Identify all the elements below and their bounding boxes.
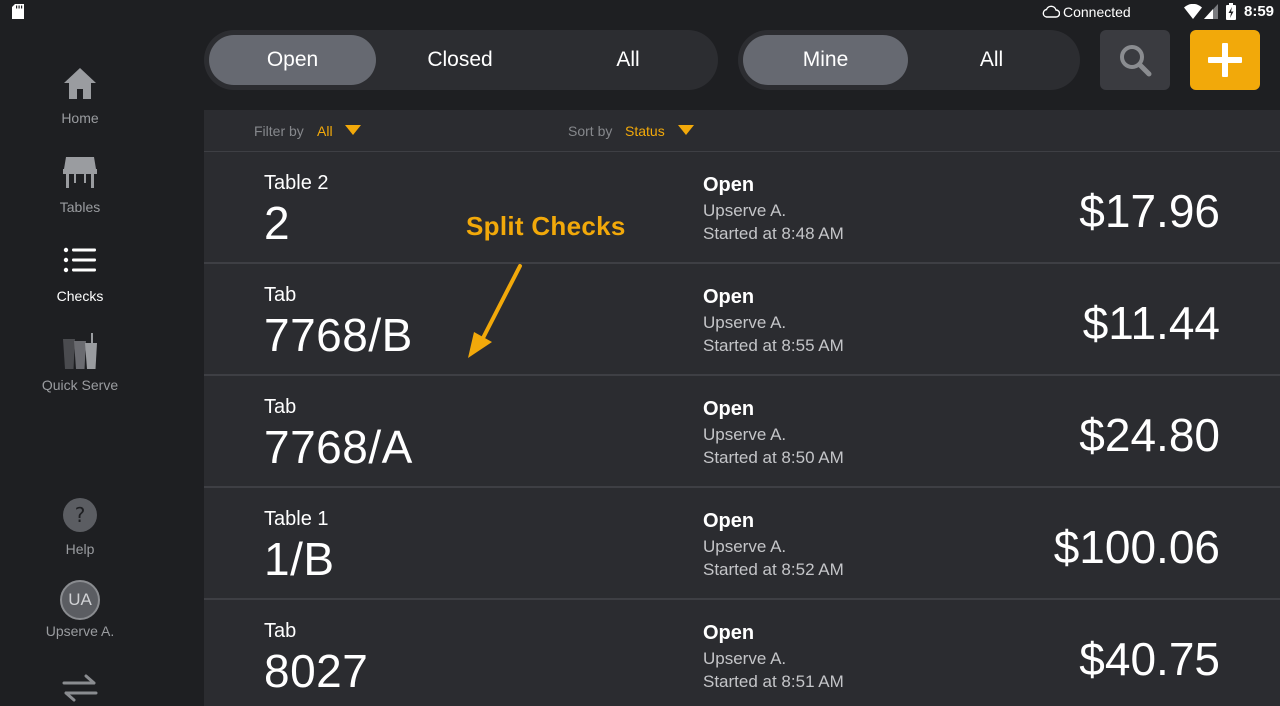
clock: 8:59 bbox=[1244, 3, 1275, 20]
filter-sort-bar: Filter by All Sort by Status bbox=[204, 110, 1280, 152]
sidebar-item-quick-serve[interactable]: Quick Serve bbox=[0, 333, 160, 413]
sort-caret-icon[interactable] bbox=[678, 125, 694, 135]
annotation-arrow-icon bbox=[468, 264, 522, 358]
check-server: Upserve A. bbox=[703, 313, 787, 332]
check-server: Upserve A. bbox=[703, 649, 787, 668]
home-icon bbox=[64, 68, 96, 99]
plus-icon bbox=[1208, 43, 1242, 77]
check-started-time: Started at 8:52 AM bbox=[703, 560, 844, 579]
wifi-icon bbox=[1184, 4, 1202, 19]
checks-panel: Filter by All Sort by Status Table 2 2 O… bbox=[204, 110, 1280, 706]
segment-open[interactable]: Open bbox=[209, 35, 376, 85]
filter-label: Filter by bbox=[254, 123, 304, 139]
checks-screen: Connected 8:59 Home Tables Checks Quick … bbox=[0, 0, 1280, 706]
check-status: Open bbox=[703, 174, 755, 196]
check-server: Upserve A. bbox=[703, 201, 787, 220]
check-server: Upserve A. bbox=[703, 425, 787, 444]
svg-text:?: ? bbox=[75, 503, 86, 527]
check-started-time: Started at 8:48 AM bbox=[703, 224, 844, 243]
check-name: 2 bbox=[264, 197, 291, 249]
cups-icon bbox=[63, 333, 97, 369]
sidebar-item-label: Home bbox=[61, 110, 99, 126]
check-amount: $11.44 bbox=[1082, 297, 1220, 349]
check-type: Tab bbox=[264, 620, 297, 642]
sidebar: Home Tables Checks Quick Serve ? Help UA… bbox=[0, 24, 160, 706]
check-type: Table 1 bbox=[264, 508, 329, 530]
check-started-time: Started at 8:51 AM bbox=[703, 672, 844, 691]
list-icon bbox=[63, 247, 96, 273]
check-type: Tab bbox=[264, 396, 297, 418]
check-amount: $17.96 bbox=[1079, 185, 1220, 237]
check-started-time: Started at 8:55 AM bbox=[703, 336, 844, 355]
cloud-icon bbox=[1042, 5, 1060, 18]
filter-caret-icon[interactable] bbox=[345, 125, 361, 135]
filter-dropdown[interactable]: All bbox=[317, 123, 333, 139]
owner-filter-control: Mine All bbox=[738, 30, 1080, 90]
sidebar-item-label: Checks bbox=[56, 288, 104, 304]
check-name: 8027 bbox=[264, 645, 369, 697]
sidebar-item-home[interactable]: Home bbox=[0, 66, 160, 146]
check-row[interactable]: Tab 7768/A Open Upserve A. Started at 8:… bbox=[204, 376, 1280, 488]
sidebar-item-checks[interactable]: Checks bbox=[0, 244, 160, 324]
search-icon bbox=[1120, 45, 1152, 77]
user-name: Upserve A. bbox=[45, 623, 115, 639]
status-filter-control: Open Closed All bbox=[204, 30, 718, 90]
battery-charging-icon bbox=[1226, 3, 1236, 20]
check-row[interactable]: Table 1 1/B Open Upserve A. Started at 8… bbox=[204, 488, 1280, 600]
check-status: Open bbox=[703, 398, 755, 420]
sidebar-item-label: Help bbox=[65, 541, 95, 557]
segment-mine[interactable]: Mine bbox=[743, 35, 908, 85]
sd-card-icon bbox=[12, 4, 24, 19]
check-status: Open bbox=[703, 622, 755, 644]
check-name: 7768/A bbox=[264, 421, 413, 473]
check-server: Upserve A. bbox=[703, 537, 787, 556]
avatar[interactable]: UA bbox=[60, 580, 100, 620]
segment-all-status[interactable]: All bbox=[544, 35, 712, 85]
switch-arrows-icon[interactable] bbox=[62, 674, 98, 702]
check-status: Open bbox=[703, 510, 755, 532]
sidebar-item-label: Quick Serve bbox=[41, 377, 119, 393]
sidebar-item-label: Tables bbox=[59, 199, 101, 215]
check-row[interactable]: Tab 7768/B Open Upserve A. Started at 8:… bbox=[204, 264, 1280, 376]
segment-closed[interactable]: Closed bbox=[376, 35, 544, 85]
check-amount: $100.06 bbox=[1053, 521, 1220, 573]
table-icon bbox=[63, 157, 97, 188]
split-checks-annotation: Split Checks bbox=[466, 211, 626, 241]
segment-all-owners[interactable]: All bbox=[908, 35, 1075, 85]
check-type: Table 2 bbox=[264, 172, 329, 194]
search-button[interactable] bbox=[1100, 30, 1170, 90]
sidebar-item-tables[interactable]: Tables bbox=[0, 155, 160, 235]
connection-status: Connected bbox=[1063, 4, 1131, 20]
check-started-time: Started at 8:50 AM bbox=[703, 448, 844, 467]
check-type: Tab bbox=[264, 284, 297, 306]
check-name: 1/B bbox=[264, 533, 335, 585]
check-status: Open bbox=[703, 286, 755, 308]
check-amount: $40.75 bbox=[1079, 633, 1220, 685]
check-name: 7768/B bbox=[264, 309, 413, 361]
sidebar-item-help[interactable]: ? Help bbox=[0, 497, 160, 577]
add-check-button[interactable] bbox=[1190, 30, 1260, 90]
sort-dropdown[interactable]: Status bbox=[625, 123, 665, 139]
check-amount: $24.80 bbox=[1079, 409, 1220, 461]
signal-icon bbox=[1204, 4, 1218, 19]
status-bar: Connected 8:59 bbox=[0, 0, 1280, 24]
check-row[interactable]: Tab 8027 Open Upserve A. Started at 8:51… bbox=[204, 600, 1280, 706]
check-row[interactable]: Table 2 2 Open Upserve A. Started at 8:4… bbox=[204, 152, 1280, 264]
sort-label: Sort by bbox=[568, 123, 613, 139]
help-icon: ? bbox=[63, 498, 97, 532]
